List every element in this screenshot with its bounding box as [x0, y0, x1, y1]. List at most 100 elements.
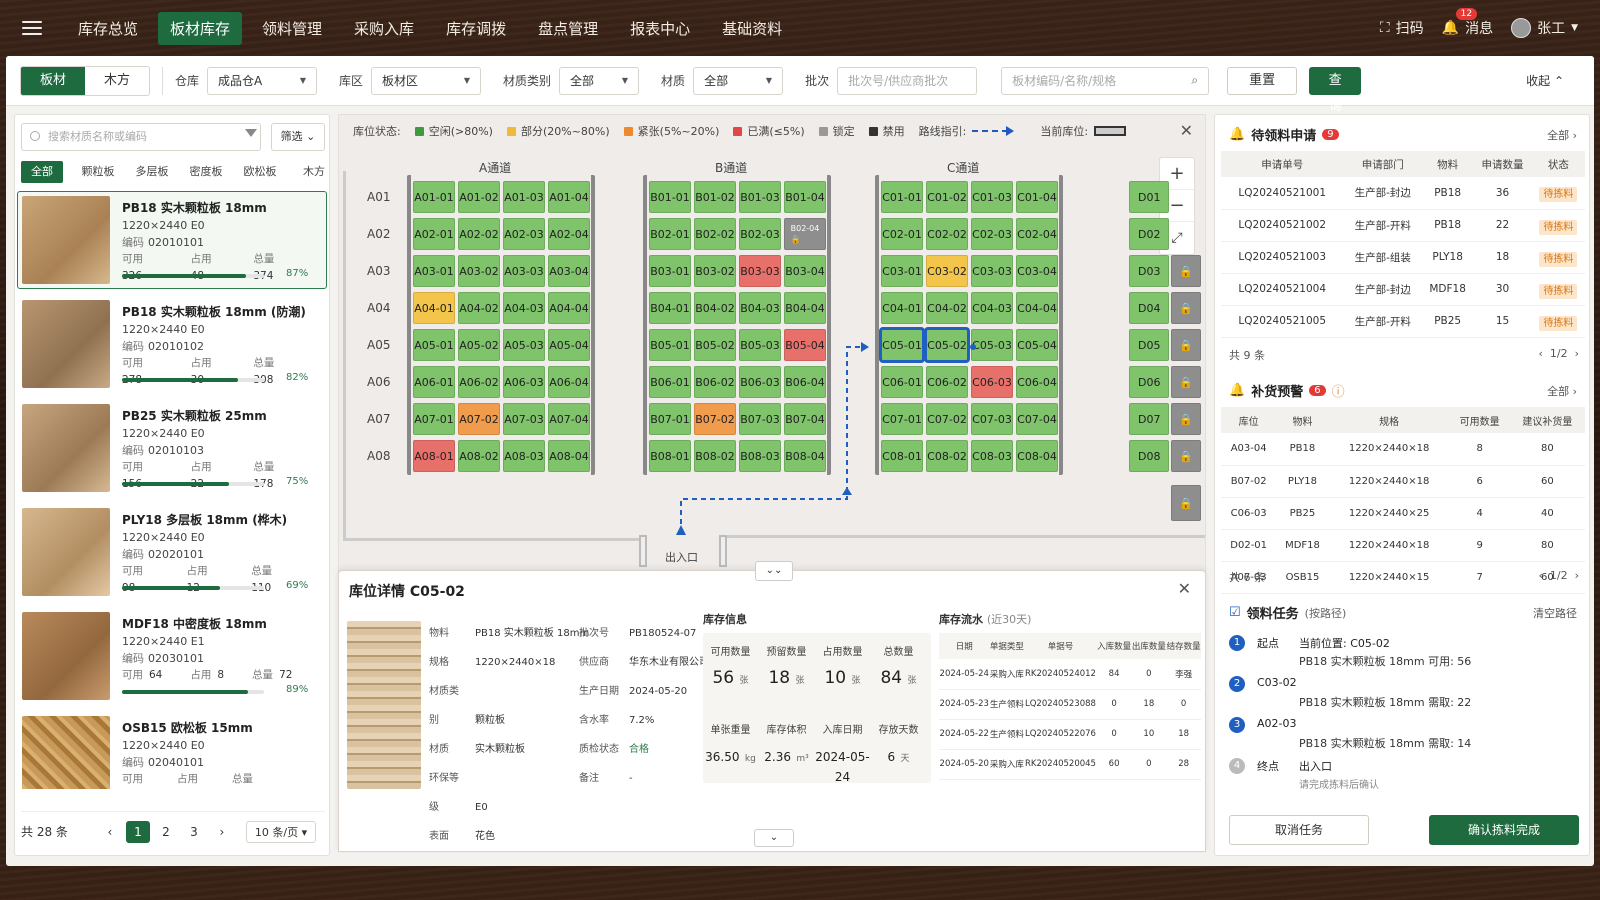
location-cell-B08-03[interactable]: B08-03: [739, 440, 781, 472]
location-cell-D07[interactable]: D07: [1129, 403, 1169, 435]
category-tab-0[interactable]: 全部: [21, 161, 63, 183]
location-cell-D01[interactable]: D01: [1129, 181, 1169, 213]
location-cell-C06-02[interactable]: C06-02: [926, 366, 968, 398]
location-cell-A01-01[interactable]: A01-01: [413, 181, 455, 213]
location-cell-C08-04[interactable]: C08-04: [1016, 440, 1058, 472]
table-row[interactable]: LQ20240521002 生产部-开料 PB18 22 待拣料: [1221, 209, 1585, 242]
material-select[interactable]: 全部 ▼: [693, 66, 784, 95]
category-tab-1[interactable]: 颗粒板: [71, 161, 125, 183]
location-cell-B05-01[interactable]: B05-01: [649, 329, 691, 361]
scan-button[interactable]: ⛶ 扫码: [1380, 18, 1424, 38]
table-row[interactable]: D02-01 MDF18 1220×2440×18 9 80: [1221, 529, 1585, 562]
location-cell-C01-03[interactable]: C01-03: [971, 181, 1013, 213]
location-cell-C06-03[interactable]: C06-03: [971, 366, 1013, 398]
location-cell-B01-03[interactable]: B01-03: [739, 181, 781, 213]
tab-board[interactable]: 板材: [21, 66, 85, 95]
warnings-pager[interactable]: ‹ 1/2 ›: [1538, 569, 1579, 585]
location-cell-C07-02[interactable]: C07-02: [926, 403, 968, 435]
location-cell-A04-03[interactable]: A04-03: [503, 292, 545, 324]
location-cell-B07-03[interactable]: B07-03: [739, 403, 781, 435]
location-cell-C02-02[interactable]: C02-02: [926, 218, 968, 250]
location-cell-B03-03[interactable]: B03-03: [739, 255, 781, 287]
filter-icon[interactable]: [245, 129, 257, 137]
nav-item-7[interactable]: 基础资料: [710, 12, 794, 45]
material-item[interactable]: PB18 实木颗粒板 18mm 1220×2440 E0 编码 02010101 可用3…: [17, 191, 327, 289]
location-cell-B04-01[interactable]: B04-01: [649, 292, 691, 324]
tab-wood[interactable]: 木方: [85, 67, 149, 95]
location-cell-B02-02[interactable]: B02-02: [694, 218, 736, 250]
location-cell-A03-01[interactable]: A03-01: [413, 255, 455, 287]
view-all-requests-link[interactable]: 全部 ›: [1547, 127, 1577, 143]
location-cell-C03-04[interactable]: C03-04: [1016, 255, 1058, 287]
location-cell-C08-03[interactable]: C08-03: [971, 440, 1013, 472]
location-cell-C04-04[interactable]: C04-04: [1016, 292, 1058, 324]
location-cell-B01-02[interactable]: B01-02: [694, 181, 736, 213]
table-row[interactable]: B07-02 PLY18 1220×2440×18 6 60: [1221, 465, 1585, 498]
location-cell-A03-02[interactable]: A03-02: [458, 255, 500, 287]
location-cell-A06-02[interactable]: A06-02: [458, 366, 500, 398]
location-cell-C08-01[interactable]: C08-01: [881, 440, 923, 472]
table-row[interactable]: LQ20240521004 生产部-封边 MDF18 30 待拣料: [1221, 273, 1585, 306]
location-cell-D04[interactable]: D04: [1129, 292, 1169, 324]
nav-item-3[interactable]: 采购入库: [342, 12, 426, 45]
location-cell-D03[interactable]: D03: [1129, 255, 1169, 287]
location-cell-A03-04[interactable]: A03-04: [548, 255, 590, 287]
location-cell-B07-04[interactable]: B07-04: [784, 403, 826, 435]
table-row[interactable]: A03-04 PB18 1220×2440×18 8 80: [1221, 433, 1585, 466]
location-cell-D02[interactable]: D02: [1129, 218, 1169, 250]
location-cell-A07-03[interactable]: A07-03: [503, 403, 545, 435]
location-cell-C05-01[interactable]: C05-01: [879, 327, 925, 363]
material-item[interactable]: PB18 实木颗粒板 18mm (防潮) 1220×2440 E0 编码 020101…: [17, 295, 327, 393]
page-1[interactable]: 1: [125, 820, 150, 843]
location-cell-C01-01[interactable]: C01-01: [881, 181, 923, 213]
location-cell-A08-04[interactable]: A08-04: [548, 440, 590, 472]
location-cell-B07-02[interactable]: B07-02: [694, 403, 736, 435]
location-cell-C04-01[interactable]: C04-01: [881, 292, 923, 324]
location-cell-D08[interactable]: D08: [1129, 440, 1169, 472]
chevron-down-icon[interactable]: ⌄: [754, 829, 794, 847]
location-cell-B05-04[interactable]: B05-04: [784, 329, 826, 361]
location-cell-C05-03[interactable]: C05-03: [971, 329, 1013, 361]
location-cell-B02-01[interactable]: B02-01: [649, 218, 691, 250]
location-cell-C01-04[interactable]: C01-04: [1016, 181, 1058, 213]
page-3[interactable]: 3: [182, 821, 206, 843]
location-cell-A01-02[interactable]: A01-02: [458, 181, 500, 213]
board-search-input[interactable]: 板材编码/名称/规格 ⌕: [1001, 66, 1210, 95]
material-item[interactable]: MDF18 中密度板 18mm 1220×2440 E1 编码 02030101 可用 6…: [17, 607, 327, 705]
location-cell-C07-01[interactable]: C07-01: [881, 403, 923, 435]
location-cell-A05-02[interactable]: A05-02: [458, 329, 500, 361]
location-cell-B05-02[interactable]: B05-02: [694, 329, 736, 361]
location-cell-A01-03[interactable]: A01-03: [503, 181, 545, 213]
confirm-pick-button[interactable]: 确认拣料完成: [1429, 815, 1579, 845]
location-cell-A02-03[interactable]: A02-03: [503, 218, 545, 250]
close-icon[interactable]: ✕: [1178, 579, 1191, 598]
location-cell-C03-01[interactable]: C03-01: [881, 255, 923, 287]
location-cell-C08-02[interactable]: C08-02: [926, 440, 968, 472]
location-cell-B06-03[interactable]: B06-03: [739, 366, 781, 398]
collapse-button[interactable]: 收起 ⌃: [1526, 72, 1564, 89]
material-item[interactable]: PLY18 多层板 18mm (桦木) 1220×2440 E0 编码 0202010…: [17, 503, 327, 601]
location-cell-B07-01[interactable]: B07-01: [649, 403, 691, 435]
location-cell-A06-01[interactable]: A06-01: [413, 366, 455, 398]
location-cell-C05-04[interactable]: C05-04: [1016, 329, 1058, 361]
location-cell-B02-04[interactable]: B02-04 🔒: [784, 218, 826, 250]
location-cell-B01-01[interactable]: B01-01: [649, 181, 691, 213]
location-cell-C06-04[interactable]: C06-04: [1016, 366, 1058, 398]
menu-icon[interactable]: [22, 21, 42, 35]
table-row[interactable]: LQ20240521005 生产部-开料 PB25 15 待拣料: [1221, 305, 1585, 338]
page-2[interactable]: 2: [154, 821, 178, 843]
location-cell-A05-01[interactable]: A05-01: [413, 329, 455, 361]
location-cell-A06-04[interactable]: A06-04: [548, 366, 590, 398]
nav-item-5[interactable]: 盘点管理: [526, 12, 610, 45]
table-row[interactable]: C06-03 PB25 1220×2440×25 4 40: [1221, 497, 1585, 530]
location-cell-C06-01[interactable]: C06-01: [881, 366, 923, 398]
category-tab-2[interactable]: 多层板: [125, 161, 179, 183]
cancel-task-button[interactable]: 取消任务: [1229, 815, 1369, 845]
location-cell-B08-02[interactable]: B08-02: [694, 440, 736, 472]
category-tab-4[interactable]: 欧松板: [233, 161, 287, 183]
zone-select[interactable]: 板材区 ▼: [371, 66, 482, 95]
location-cell-B03-01[interactable]: B03-01: [649, 255, 691, 287]
location-cell-A07-01[interactable]: A07-01: [413, 403, 455, 435]
nav-item-6[interactable]: 报表中心: [618, 12, 702, 45]
location-cell-C05-02[interactable]: C05-02: [924, 327, 970, 363]
